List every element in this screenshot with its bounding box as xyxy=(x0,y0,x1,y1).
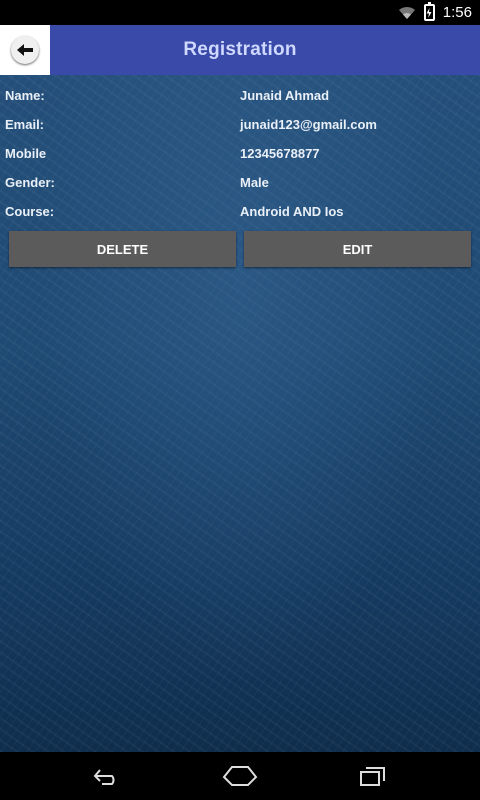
detail-label: Gender: xyxy=(5,175,55,190)
nav-recents-icon[interactable] xyxy=(353,761,393,791)
app-bar: Registration xyxy=(0,25,480,75)
content-area: Name: Junaid Ahmad Email: junaid123@gmai… xyxy=(0,75,480,752)
status-time: 1:56 xyxy=(442,4,472,21)
action-buttons: DELETE EDIT xyxy=(9,231,471,267)
detail-label: Name: xyxy=(5,88,45,103)
edit-button[interactable]: EDIT xyxy=(244,231,471,267)
detail-value: Male xyxy=(240,175,269,190)
detail-value: Android AND Ios xyxy=(240,204,344,219)
arrow-back-icon xyxy=(11,36,39,64)
navigation-bar xyxy=(0,752,480,800)
detail-row-course: Course: Android AND Ios xyxy=(0,197,480,226)
detail-label: Course: xyxy=(5,204,55,219)
detail-row-gender: Gender: Male xyxy=(0,168,480,197)
detail-value: 12345678877 xyxy=(240,146,320,161)
detail-label: Email: xyxy=(5,117,45,132)
detail-row-email: Email: junaid123@gmail.com xyxy=(0,110,480,139)
details-list: Name: Junaid Ahmad Email: junaid123@gmai… xyxy=(0,81,480,226)
page-title: Registration xyxy=(183,39,297,60)
back-button[interactable] xyxy=(0,25,50,75)
detail-value: Junaid Ahmad xyxy=(240,88,330,103)
nav-home-icon[interactable] xyxy=(220,761,260,791)
detail-row-mobile: Mobile 12345678877 xyxy=(0,139,480,168)
detail-value: junaid123@gmail.com xyxy=(240,117,377,132)
delete-button[interactable]: DELETE xyxy=(9,231,236,267)
status-bar: 1:56 xyxy=(0,0,480,25)
battery-charging-icon xyxy=(423,2,435,21)
detail-label: Mobile xyxy=(5,146,47,161)
wifi-icon xyxy=(398,6,415,19)
detail-row-name: Name: Junaid Ahmad xyxy=(0,81,480,110)
nav-back-icon[interactable] xyxy=(87,761,127,791)
